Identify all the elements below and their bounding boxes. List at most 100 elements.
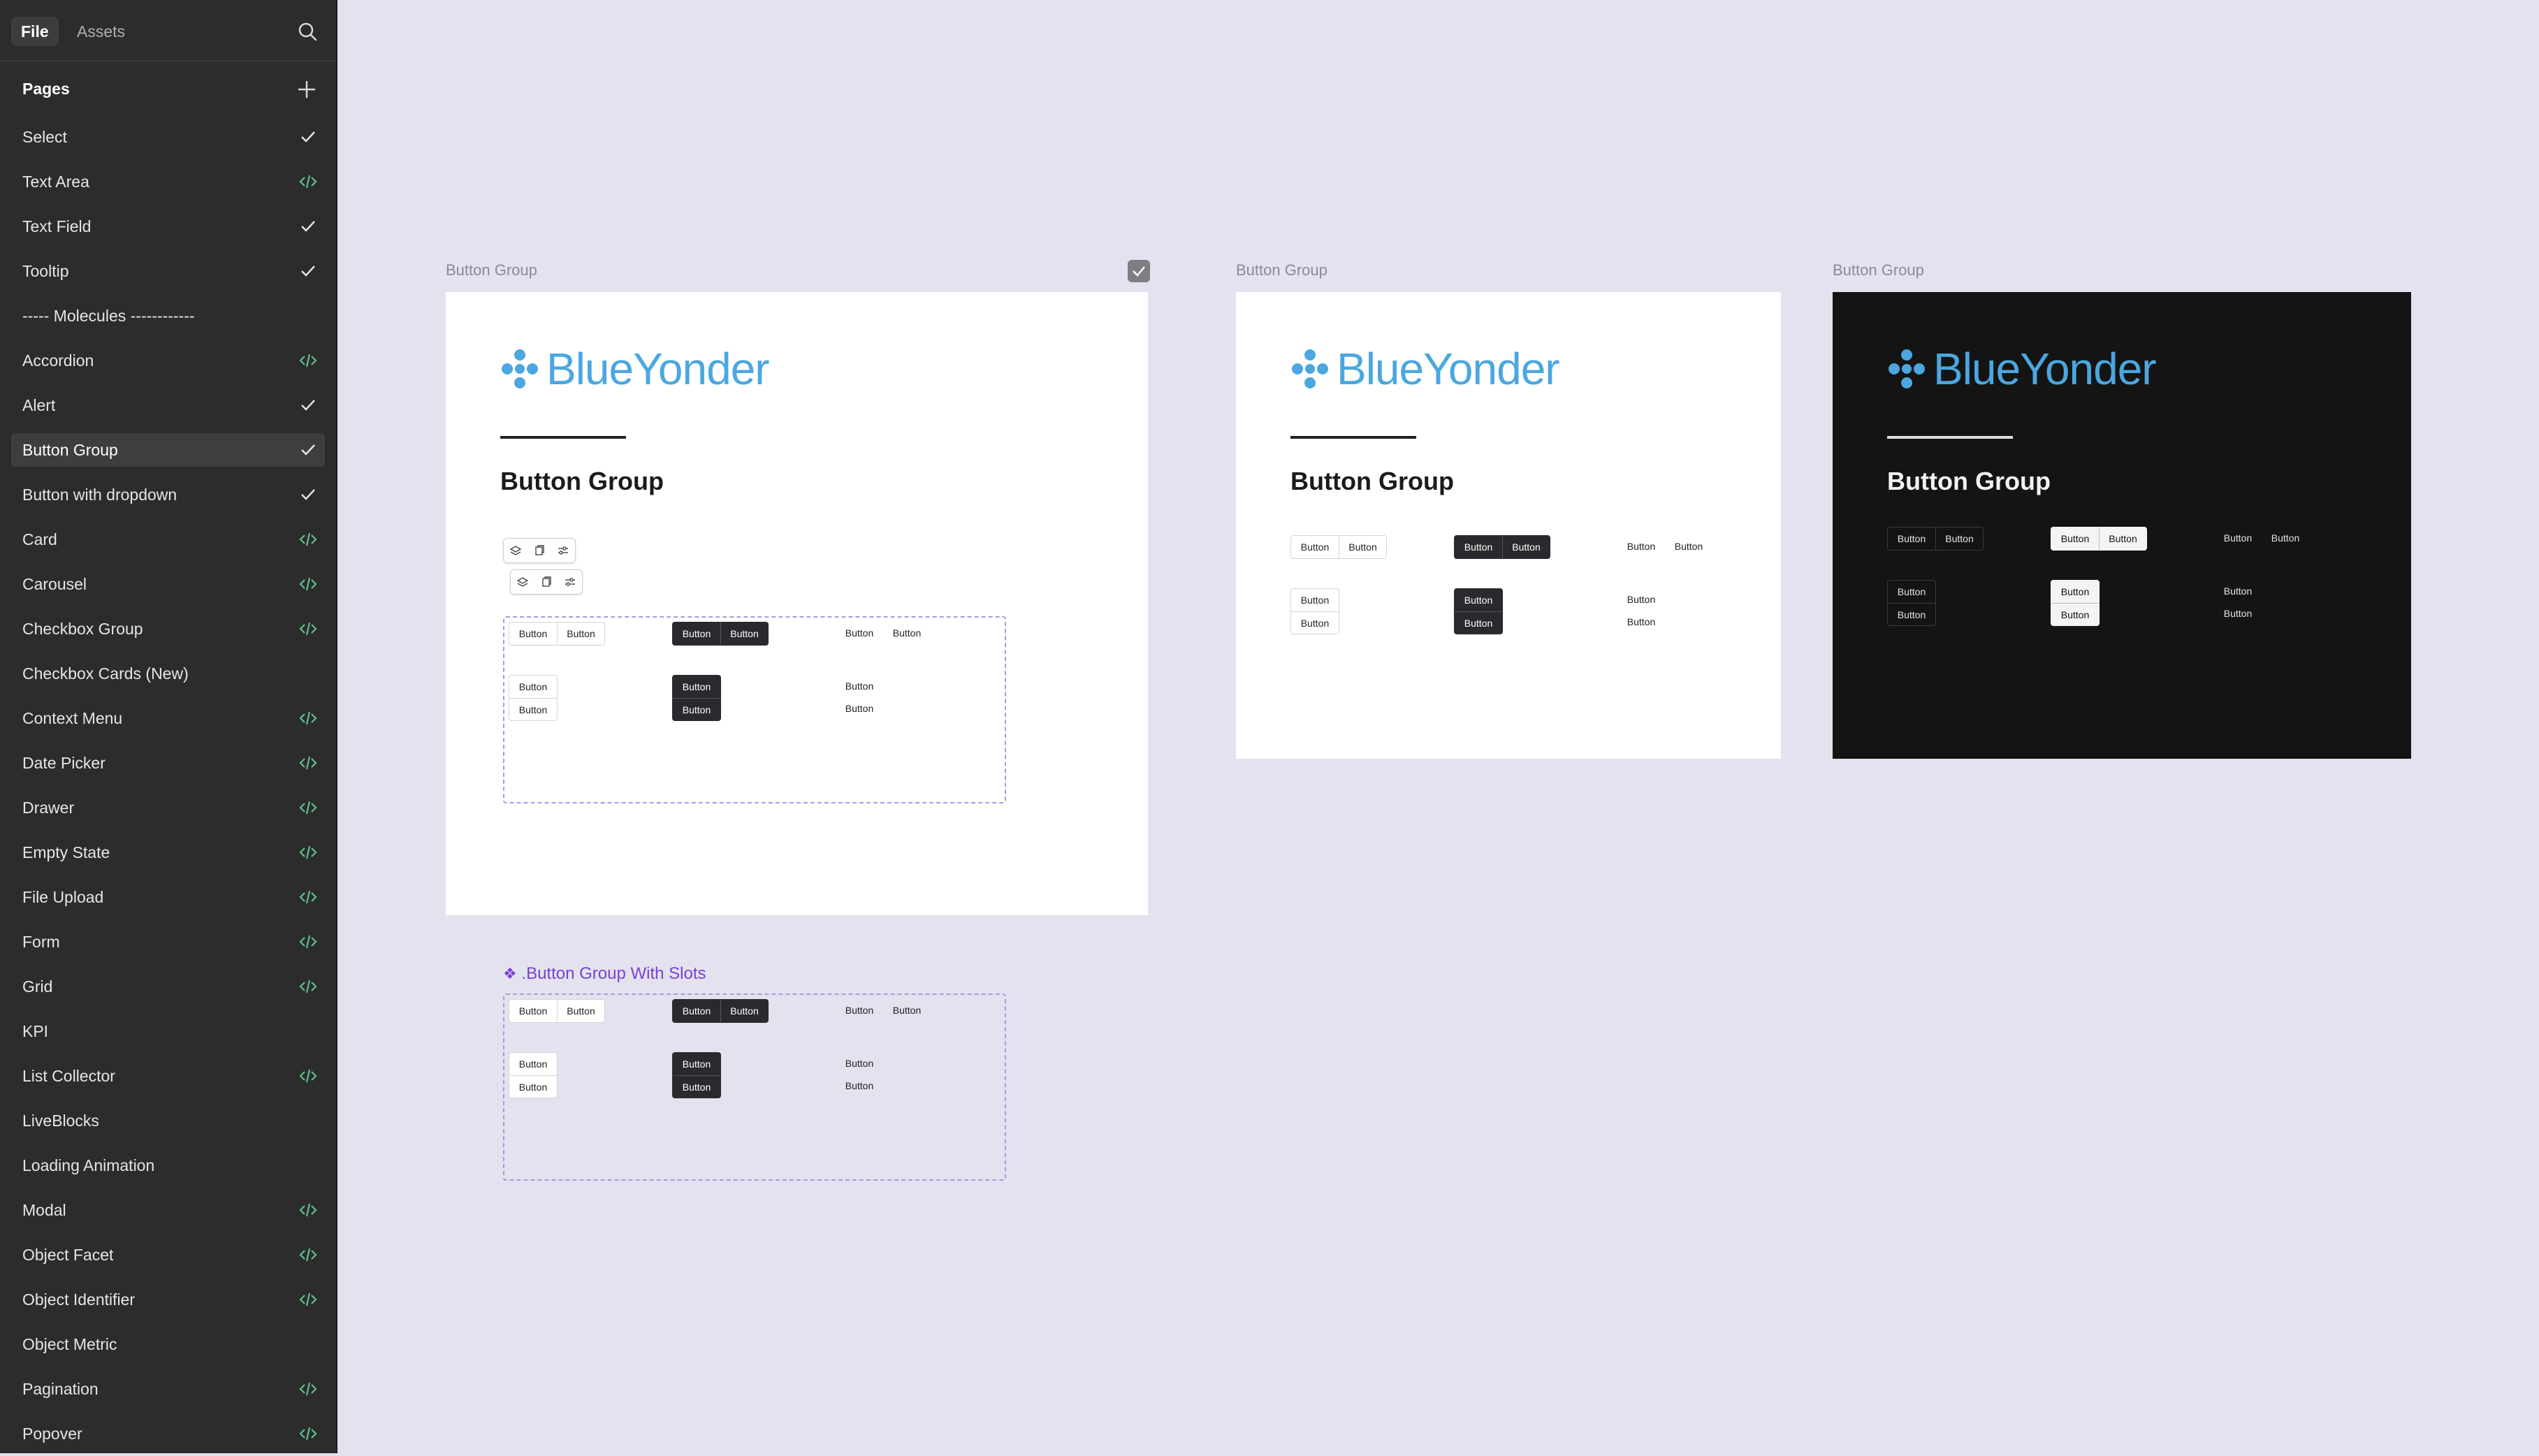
toolbar-group[interactable] <box>510 569 583 595</box>
button[interactable]: Button <box>1291 611 1339 634</box>
page-item[interactable]: Popover <box>0 1411 336 1456</box>
button[interactable]: Button <box>2214 602 2262 625</box>
page-item[interactable]: Checkbox Cards (New) <box>0 651 336 696</box>
page-item[interactable]: Object Identifier <box>0 1277 336 1322</box>
button-group-with-slots-component[interactable]: Button Button Button Button Button Button Butt… <box>503 993 1006 1181</box>
button[interactable]: Button <box>836 697 883 720</box>
page-item[interactable]: Text Area <box>0 159 336 204</box>
button[interactable]: Button <box>1617 588 1665 611</box>
button[interactable]: Button <box>673 1000 720 1022</box>
layers-icon[interactable] <box>504 539 528 562</box>
page-item[interactable]: Context Menu <box>0 696 336 741</box>
button[interactable]: Button <box>1888 603 1935 625</box>
button-group[interactable]: Button Button <box>672 1052 721 1098</box>
button[interactable]: Button <box>2051 581 2099 603</box>
button[interactable]: Button <box>1291 589 1339 611</box>
frame-checkbox[interactable] <box>1128 260 1150 282</box>
button[interactable]: Button <box>1888 527 1935 550</box>
button-group[interactable]: Button Button <box>672 999 769 1023</box>
canvas[interactable]: Button Group BlueYonder Button Group But… <box>337 0 2539 1453</box>
layers-icon[interactable] <box>511 570 534 594</box>
button-group[interactable]: Button Button <box>1887 527 1984 551</box>
button-group[interactable]: Button Button <box>1454 588 1503 634</box>
page-item[interactable]: File Upload <box>0 875 336 919</box>
button-group[interactable]: Button Button <box>2051 580 2100 626</box>
button-group[interactable]: Button Button <box>509 999 605 1023</box>
button-group[interactable]: Button Button <box>1887 580 1936 626</box>
page-item[interactable]: Alert <box>0 383 336 428</box>
button[interactable]: Button <box>1455 589 1502 611</box>
page-item[interactable]: Drawer <box>0 785 336 830</box>
page-item[interactable]: Accordion <box>0 338 336 383</box>
settings-icon[interactable] <box>558 570 582 594</box>
frame-label[interactable]: Button Group <box>1833 261 1924 279</box>
page-item[interactable]: Select <box>0 115 336 159</box>
button[interactable]: Button <box>1617 535 1665 558</box>
button[interactable]: Button <box>509 1000 557 1022</box>
button[interactable]: Button <box>509 1053 557 1075</box>
button[interactable]: Button <box>2051 527 2099 550</box>
frame-label[interactable]: Button Group <box>1236 261 1327 279</box>
button[interactable]: Button <box>1455 611 1502 634</box>
page-item[interactable]: Empty State <box>0 830 336 875</box>
page-item[interactable]: KPI <box>0 1009 336 1054</box>
button-group[interactable]: Button Button <box>1617 588 1665 633</box>
frame-button-group-dark[interactable]: BlueYonder Button Group Button Button Butt… <box>1833 292 2411 759</box>
page-item[interactable]: Card <box>0 517 336 562</box>
page-item[interactable]: List Collector <box>0 1054 336 1098</box>
button-group-variants[interactable]: Button Button Button Button Button Button Butt… <box>503 616 1006 803</box>
button-group-variants[interactable]: Button Button Button Button Button Button Butt… <box>1887 527 2376 639</box>
page-item[interactable]: Object Metric <box>0 1322 336 1367</box>
page-item[interactable]: Pagination <box>0 1367 336 1411</box>
copy-icon[interactable] <box>534 570 558 594</box>
page-item[interactable]: Tooltip <box>0 249 336 293</box>
button-group[interactable]: Button Button <box>2214 580 2262 625</box>
button-group[interactable]: Button Button <box>836 1052 883 1097</box>
button-group[interactable]: Button Button <box>672 675 721 721</box>
settings-icon[interactable] <box>551 539 575 562</box>
button[interactable]: Button <box>673 698 720 720</box>
button[interactable]: Button <box>2262 527 2309 549</box>
button[interactable]: Button <box>673 676 720 698</box>
button[interactable]: Button <box>883 999 931 1021</box>
button[interactable]: Button <box>557 1000 604 1022</box>
add-page-icon[interactable] <box>296 78 318 101</box>
frame-button-group-light[interactable]: BlueYonder Button Group Button Button Butt… <box>446 292 1148 915</box>
button[interactable]: Button <box>2214 527 2262 549</box>
button-group[interactable]: Button Button <box>509 1052 558 1098</box>
page-item[interactable]: ----- Molecules ------------ <box>0 293 336 338</box>
button[interactable]: Button <box>836 622 883 644</box>
button[interactable]: Button <box>2214 580 2262 602</box>
button[interactable]: Button <box>673 1075 720 1098</box>
button[interactable]: Button <box>509 676 557 698</box>
button[interactable]: Button <box>509 698 557 720</box>
page-item[interactable]: Modal <box>0 1188 336 1232</box>
page-item[interactable]: Checkbox Group <box>0 606 336 651</box>
toolbar-group[interactable] <box>503 538 576 563</box>
frame-label[interactable]: Button Group <box>446 261 537 279</box>
page-item[interactable]: Grid <box>0 964 336 1009</box>
button[interactable]: Button <box>509 623 557 645</box>
button[interactable]: Button <box>883 622 931 644</box>
button[interactable]: Button <box>836 999 883 1021</box>
page-item[interactable]: Text Field <box>0 204 336 249</box>
button[interactable]: Button <box>1455 536 1502 558</box>
page-item[interactable]: Carousel <box>0 562 336 606</box>
button-group[interactable]: Button Button <box>509 622 605 646</box>
button[interactable]: Button <box>1617 611 1665 633</box>
page-item[interactable]: Button Group <box>0 428 336 472</box>
button[interactable]: Button <box>509 1075 557 1098</box>
button-group[interactable]: Button Button <box>2051 527 2147 551</box>
button[interactable]: Button <box>1665 535 1712 558</box>
button-group[interactable]: Button Button <box>836 622 931 644</box>
button[interactable]: Button <box>1935 527 1983 550</box>
page-item[interactable]: LiveBlocks <box>0 1098 336 1143</box>
button[interactable]: Button <box>1888 581 1935 603</box>
button[interactable]: Button <box>1502 536 1550 558</box>
page-item[interactable]: Object Facet <box>0 1232 336 1277</box>
button-group[interactable]: Button Button <box>836 675 883 720</box>
frame-button-group-light-compact[interactable]: BlueYonder Button Group Button Button Butt… <box>1236 292 1781 759</box>
button-group[interactable]: Button Button <box>1617 535 1712 558</box>
tab-file[interactable]: File <box>11 17 59 46</box>
button[interactable]: Button <box>836 1075 883 1097</box>
